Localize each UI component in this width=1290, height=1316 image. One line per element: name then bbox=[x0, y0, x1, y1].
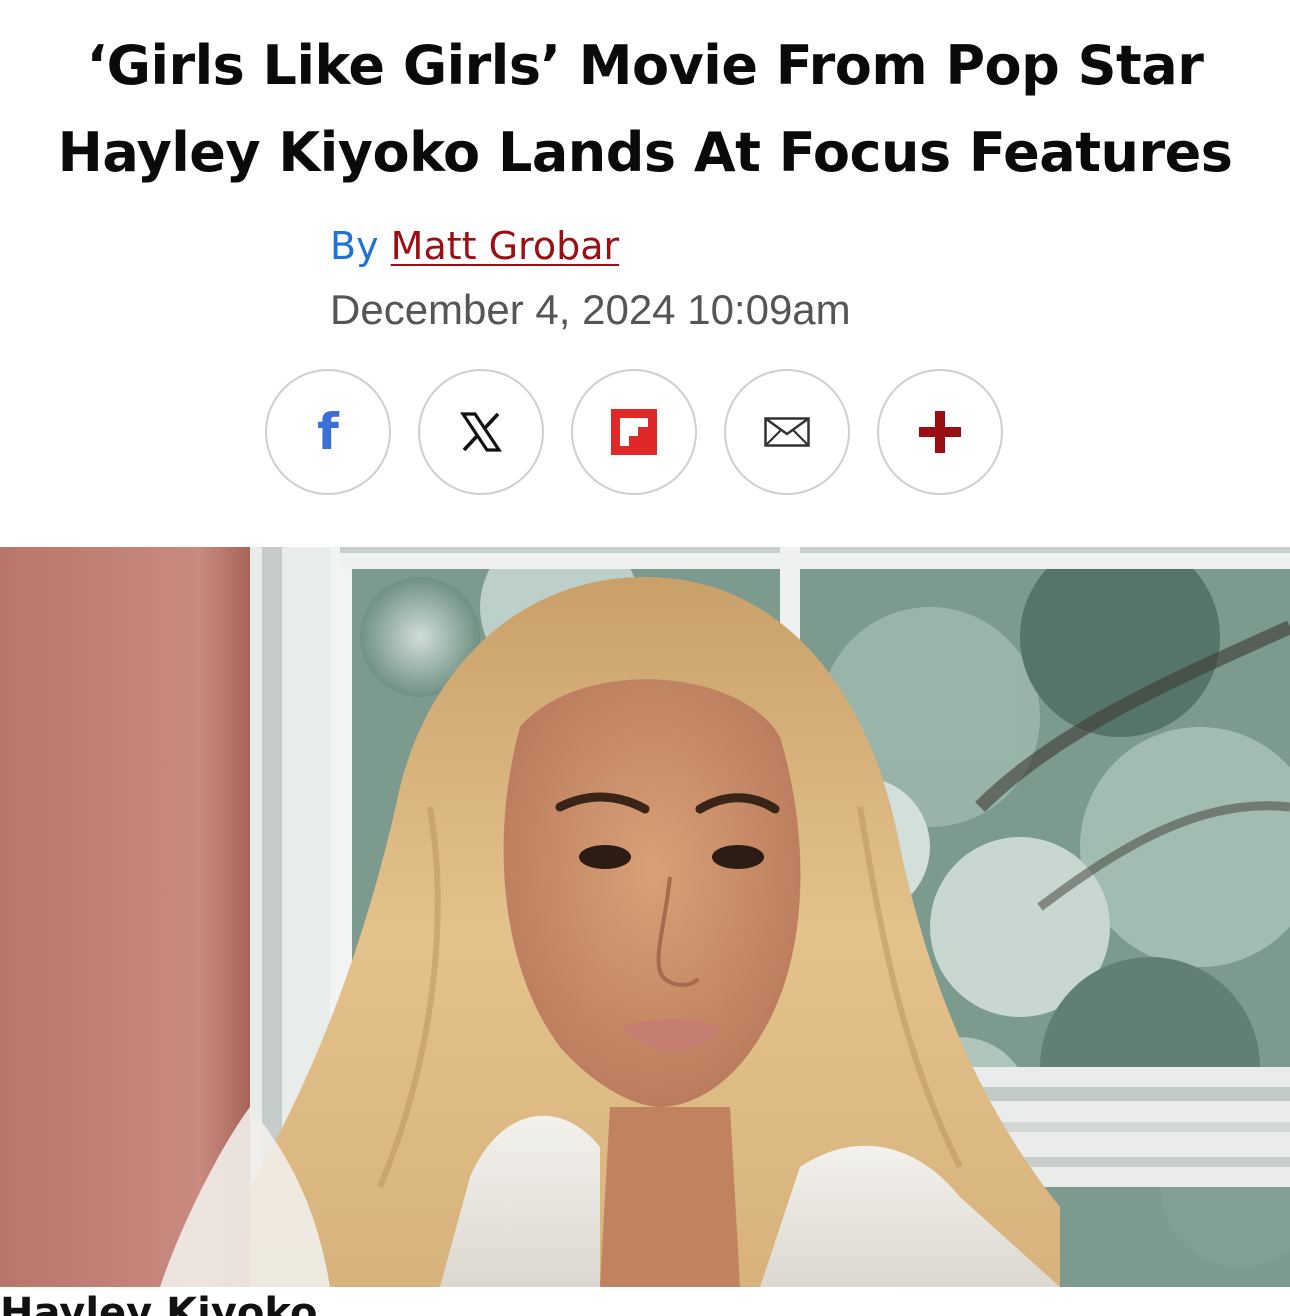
x-icon bbox=[459, 410, 503, 454]
headline-line-2: Hayley Kiyoko Lands At Focus Features bbox=[57, 121, 1233, 184]
author-link[interactable]: Matt Grobar bbox=[391, 224, 619, 268]
plus-icon bbox=[917, 409, 963, 455]
byline: By Matt Grobar bbox=[330, 222, 619, 270]
share-facebook-button[interactable]: f bbox=[265, 369, 391, 495]
photo-caption: Hayley Kiyoko bbox=[0, 1290, 318, 1316]
byline-prefix: By bbox=[330, 224, 379, 268]
share-more-button[interactable] bbox=[877, 369, 1003, 495]
hero-image bbox=[0, 547, 1290, 1287]
publish-timestamp: December 4, 2024 10:09am bbox=[330, 286, 851, 333]
headline-line-1: ‘Girls Like Girls’ Movie From Pop Star bbox=[86, 34, 1204, 97]
flipboard-icon bbox=[611, 409, 657, 455]
share-x-button[interactable] bbox=[418, 369, 544, 495]
article-headline: ‘Girls Like Girls’ Movie From Pop Star H… bbox=[0, 22, 1290, 196]
share-email-button[interactable] bbox=[724, 369, 850, 495]
facebook-icon: f bbox=[317, 403, 339, 461]
share-flipboard-button[interactable] bbox=[571, 369, 697, 495]
email-icon bbox=[764, 417, 810, 447]
